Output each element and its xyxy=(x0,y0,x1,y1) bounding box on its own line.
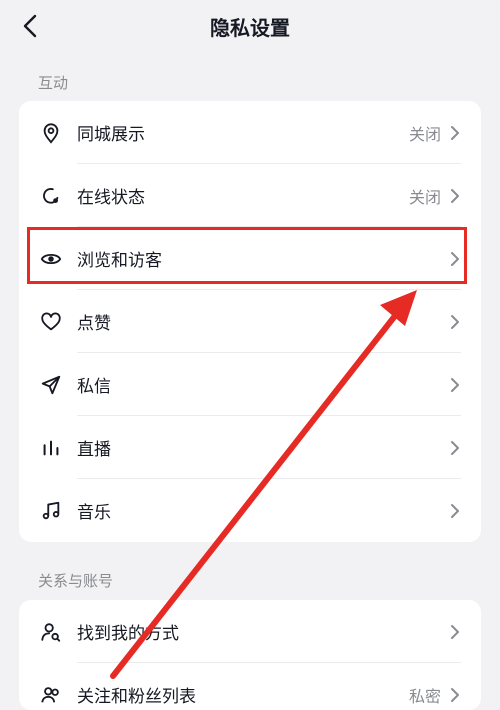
interaction-settings-card: 同城展示 关闭 在线状态 关闭 浏览和访客 点赞 私信 直播 音乐 xyxy=(19,101,481,542)
header: 隐私设置 xyxy=(0,0,500,56)
online-status-icon xyxy=(39,184,63,208)
settings-row-music[interactable]: 音乐 xyxy=(19,479,481,542)
settings-row-label: 浏览和访客 xyxy=(77,251,162,271)
settings-row-label: 直播 xyxy=(77,440,111,460)
section-title-interaction: 互动 xyxy=(38,74,69,92)
settings-row-nearby[interactable]: 同城展示 关闭 xyxy=(19,101,481,164)
send-icon xyxy=(39,373,63,397)
settings-row-follow-fans-list[interactable]: 关注和粉丝列表 私密 xyxy=(19,663,481,710)
settings-row-label: 私信 xyxy=(77,377,111,397)
settings-row-label: 关注和粉丝列表 xyxy=(77,687,196,707)
chevron-right-icon xyxy=(449,503,461,519)
chevron-right-icon xyxy=(449,440,461,456)
settings-row-label: 在线状态 xyxy=(77,188,145,208)
settings-row-label: 同城展示 xyxy=(77,125,145,145)
chevron-right-icon xyxy=(449,188,461,204)
settings-row-messages[interactable]: 私信 xyxy=(19,353,481,416)
settings-row-label: 点赞 xyxy=(77,314,111,334)
settings-row-label: 音乐 xyxy=(77,503,111,523)
section-title-relations-account: 关系与账号 xyxy=(38,572,114,590)
settings-row-value: 关闭 xyxy=(408,187,441,207)
chevron-right-icon xyxy=(449,314,461,330)
settings-row-value: 关闭 xyxy=(408,124,441,144)
location-pin-icon xyxy=(39,121,63,145)
chevron-right-icon xyxy=(449,377,461,393)
person-search-icon xyxy=(39,620,63,644)
settings-row-value: 私密 xyxy=(408,686,441,706)
chevron-right-icon xyxy=(449,624,461,640)
settings-row-find-me[interactable]: 找到我的方式 xyxy=(19,600,481,663)
page-title: 隐私设置 xyxy=(210,16,290,40)
music-note-icon xyxy=(39,499,63,523)
chevron-right-icon xyxy=(449,251,461,267)
chevron-right-icon xyxy=(449,687,461,703)
settings-row-label: 找到我的方式 xyxy=(77,624,179,644)
relations-account-card: 找到我的方式 关注和粉丝列表 私密 xyxy=(19,600,481,710)
eye-icon xyxy=(39,247,63,271)
live-bars-icon xyxy=(39,436,63,460)
settings-row-online-status[interactable]: 在线状态 关闭 xyxy=(19,164,481,227)
settings-row-live[interactable]: 直播 xyxy=(19,416,481,479)
chevron-right-icon xyxy=(449,125,461,141)
settings-row-views-visitors[interactable]: 浏览和访客 xyxy=(19,227,481,290)
people-icon xyxy=(39,683,63,707)
heart-icon xyxy=(39,310,63,334)
settings-row-likes[interactable]: 点赞 xyxy=(19,290,481,353)
